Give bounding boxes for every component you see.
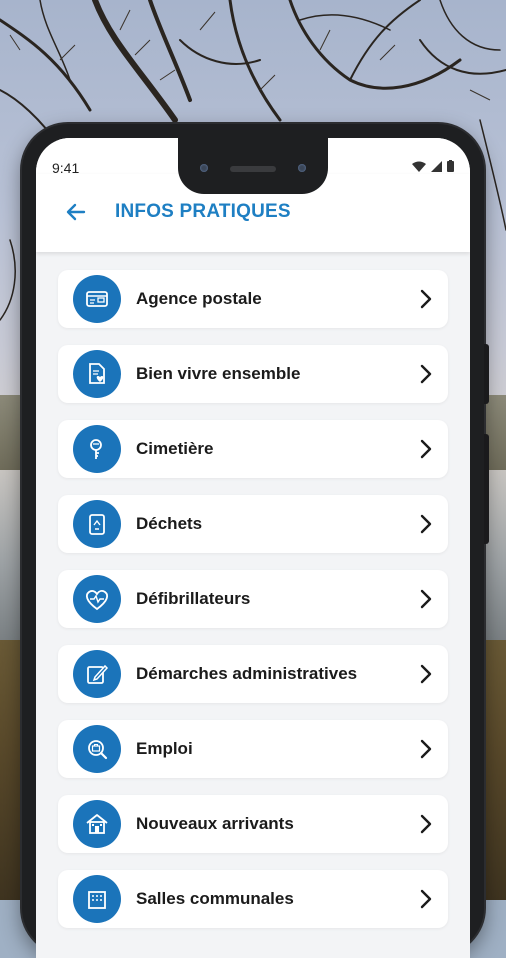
- list-item-label: Bien vivre ensemble: [136, 364, 301, 383]
- list-item-label: Défibrillateurs: [136, 589, 251, 608]
- list-item-agence-postale[interactable]: Agence postale: [58, 270, 448, 328]
- document-heart-icon: [73, 350, 121, 398]
- chevron-right-icon: [420, 364, 432, 384]
- volume-button: [484, 434, 489, 544]
- list-item-label: Cimetière: [136, 439, 214, 458]
- list-item-demarches-administratives[interactable]: Démarches administratives: [58, 645, 448, 703]
- power-button: [484, 344, 489, 404]
- phone-frame: 9:41 INFOS PRATIQUES Agence postale Bien…: [22, 124, 489, 958]
- recycle-bin-icon: [73, 500, 121, 548]
- chevron-right-icon: [420, 664, 432, 684]
- chevron-right-icon: [420, 889, 432, 909]
- edit-form-icon: [73, 650, 121, 698]
- chevron-right-icon: [420, 439, 432, 459]
- building-icon: [73, 875, 121, 923]
- chevron-right-icon: [420, 589, 432, 609]
- earpiece-speaker: [230, 166, 276, 172]
- cemetery-icon: [73, 425, 121, 473]
- list-item-defibrillateurs[interactable]: Défibrillateurs: [58, 570, 448, 628]
- page-title: INFOS PRATIQUES: [115, 201, 291, 222]
- chevron-right-icon: [420, 739, 432, 759]
- list-item-label: Démarches administratives: [136, 664, 358, 683]
- back-arrow-icon[interactable]: [62, 198, 90, 226]
- status-icons: [412, 160, 454, 172]
- signal-icon: [431, 160, 442, 172]
- list-item-salles-communales[interactable]: Salles communales: [58, 870, 448, 928]
- camera-notch: [178, 124, 328, 194]
- battery-icon: [447, 160, 454, 172]
- app-screen: 9:41 INFOS PRATIQUES Agence postale Bien…: [36, 138, 470, 958]
- heart-pulse-icon: [73, 575, 121, 623]
- list-item-label: Déchets: [136, 514, 203, 533]
- list-item-nouveaux-arrivants[interactable]: Nouveaux arrivants: [58, 795, 448, 853]
- list-item-label: Agence postale: [136, 289, 262, 308]
- list-item-bien-vivre-ensemble[interactable]: Bien vivre ensemble: [58, 345, 448, 403]
- front-sensor: [298, 164, 306, 172]
- front-camera: [200, 164, 208, 172]
- list-item-cimetiere[interactable]: Cimetière: [58, 420, 448, 478]
- list-item-label: Nouveaux arrivants: [136, 814, 294, 833]
- chevron-right-icon: [420, 514, 432, 534]
- list-item-emploi[interactable]: Emploi: [58, 720, 448, 778]
- chevron-right-icon: [420, 289, 432, 309]
- post-office-icon: [73, 275, 121, 323]
- list-item-dechets[interactable]: Déchets: [58, 495, 448, 553]
- job-search-icon: [73, 725, 121, 773]
- chevron-right-icon: [420, 814, 432, 834]
- list-item-label: Salles communales: [136, 889, 294, 908]
- list-item-label: Emploi: [136, 739, 193, 758]
- wifi-icon: [412, 161, 426, 172]
- house-icon: [73, 800, 121, 848]
